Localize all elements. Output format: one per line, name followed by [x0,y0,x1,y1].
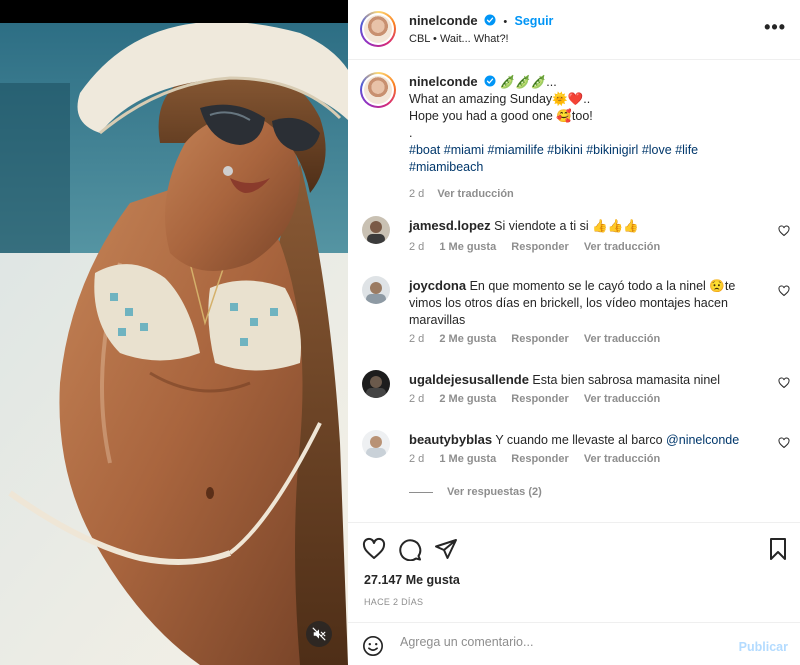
post-date[interactable]: HACE 2 DÍAS [364,597,423,607]
caption-username[interactable]: ninelconde [409,74,478,89]
hashtag-link[interactable]: #love [642,143,672,157]
hashtag-link[interactable]: #miamilife [488,143,544,157]
post-media [0,0,348,665]
comment-avatar[interactable] [362,370,390,398]
comment-likes[interactable]: 2 Me gusta [439,333,496,345]
comment-username[interactable]: ugaldejesusallende [409,372,529,387]
translate-link[interactable]: Ver traducción [584,453,660,465]
author-username[interactable]: ninelconde [409,13,478,28]
comment-username[interactable]: jamesd.lopez [409,218,491,233]
comment-composer: Publicar [348,622,800,665]
like-comment-heart-icon[interactable] [778,285,790,297]
caption-line-3b: 🥰too! [556,109,593,123]
comment-text: Y cuando me llevaste al barco [495,433,667,447]
publish-button[interactable]: Publicar [739,640,788,654]
comment-likes[interactable]: 2 Me gusta [439,393,496,405]
caption-line-3a: Hope you had a good one [409,109,557,123]
comment-text: Si viendote a ti si 👍👍👍 [494,219,639,233]
caption-line-2b: 🌞❤️.. [552,92,591,106]
verified-badge-icon [484,14,496,26]
hashtag-link[interactable]: #miami [444,143,484,157]
reply-button[interactable]: Responder [511,393,568,405]
verified-badge-icon [484,75,496,87]
hashtag-link[interactable]: #life [675,143,698,157]
post-dialog: ninelconde • Seguir CBL • Wait... What?!… [0,0,800,665]
like-comment-heart-icon[interactable] [778,225,790,237]
comment-time[interactable]: 2 d [409,241,424,253]
caption-author-avatar[interactable] [360,72,396,108]
reply-button[interactable]: Responder [511,453,568,465]
caption-line-1: 🫛🫛🫛... [499,75,557,89]
post-photo[interactable] [0,23,348,665]
post-details-panel: ninelconde • Seguir CBL • Wait... What?!… [348,0,800,665]
header-dot: • [503,16,508,28]
comment-avatar[interactable] [362,430,390,458]
caption-hashtags: #boat #miami #miamilife #bikini #bikinig… [409,142,779,176]
view-replies-label: Ver respuestas (2) [447,486,542,498]
like-heart-icon[interactable] [362,537,386,561]
comment-time[interactable]: 2 d [409,453,424,465]
comment-likes[interactable]: 1 Me gusta [439,241,496,253]
more-options-icon[interactable]: ••• [764,18,786,36]
translate-link[interactable]: Ver traducción [584,333,660,345]
save-bookmark-icon[interactable] [766,537,790,561]
post-header: ninelconde • Seguir CBL • Wait... What?!… [348,0,800,60]
translate-link[interactable]: Ver traducción [584,393,660,405]
post-caption: ninelconde 🫛🫛🫛... What an amazing Sunday… [409,73,779,203]
like-comment-heart-icon[interactable] [778,377,790,389]
comment-input[interactable] [400,635,700,649]
author-avatar[interactable] [360,11,396,47]
comment-time[interactable]: 2 d [409,393,424,405]
mute-toggle-button[interactable] [306,621,332,647]
action-bar [348,522,800,572]
caption-line-4: . [409,126,413,140]
reply-button[interactable]: Responder [511,241,568,253]
caption-translate-link[interactable]: Ver traducción [437,188,513,200]
like-comment-heart-icon[interactable] [778,437,790,449]
share-paper-plane-icon[interactable] [434,537,458,561]
replies-divider [409,491,433,493]
hashtag-link[interactable]: #boat [409,143,440,157]
audio-track[interactable]: CBL • Wait... What?! [409,33,509,45]
comment-username[interactable]: joycdona [409,278,466,293]
comment-username[interactable]: beautybyblas [409,432,492,447]
comment-bubble-icon[interactable] [398,537,422,561]
caption-time[interactable]: 2 d [409,188,424,200]
hashtag-link[interactable]: #miamibeach [409,160,483,174]
view-replies-button[interactable]: Ver respuestas (2) [409,486,542,498]
comment-text: Esta bien sabrosa mamasita ninel [532,373,721,387]
caption-line-2a: What an amazing Sunday [409,92,553,106]
emoji-smiley-icon[interactable] [362,635,384,657]
muted-speaker-icon [312,627,326,641]
mention-link[interactable]: @ninelconde [666,433,739,447]
reply-button[interactable]: Responder [511,333,568,345]
photo-illustration [0,23,348,665]
hashtag-link[interactable]: #bikinigirl [586,143,638,157]
comment-likes[interactable]: 1 Me gusta [439,453,496,465]
comment-avatar[interactable] [362,276,390,304]
follow-button[interactable]: Seguir [515,14,554,28]
hashtag-link[interactable]: #bikini [547,143,582,157]
comment-time[interactable]: 2 d [409,333,424,345]
likes-count[interactable]: 27.147 Me gusta [364,573,460,587]
comment-avatar[interactable] [362,216,390,244]
translate-link[interactable]: Ver traducción [584,241,660,253]
media-top-bar [0,0,348,23]
